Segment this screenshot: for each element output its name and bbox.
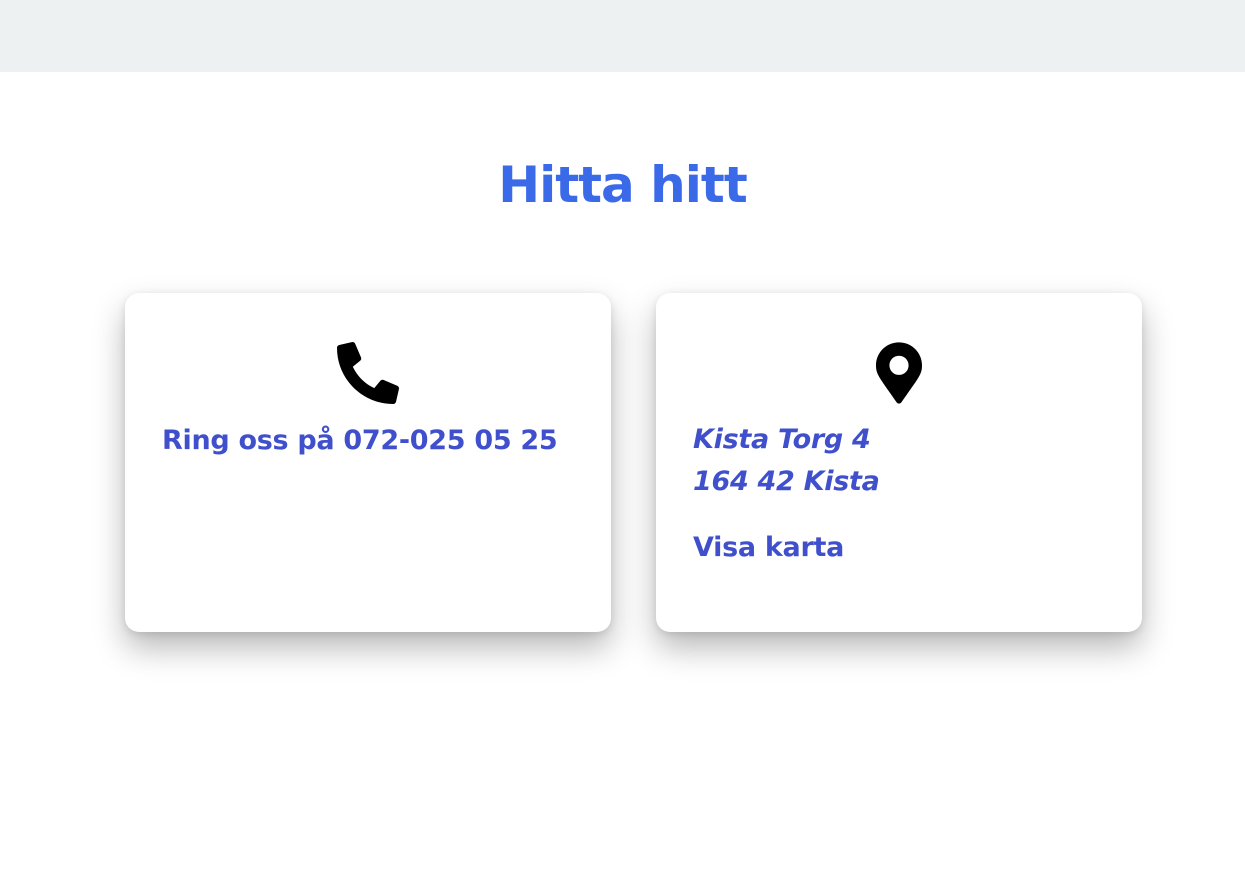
show-map-link[interactable]: Visa karta <box>693 527 844 569</box>
phone-icon-svg <box>337 342 399 404</box>
address-street: Kista Torg 4 <box>693 424 871 455</box>
address-card: Kista Torg 4 164 42 Kista Visa karta <box>656 293 1142 632</box>
section-title: Hitta hitt <box>498 156 747 214</box>
phone-card: Ring oss på 072-025 05 25 <box>125 293 611 632</box>
address-postal: 164 42 Kista <box>693 466 880 497</box>
map-marker-icon-svg <box>876 342 922 404</box>
phone-icon <box>125 342 611 404</box>
map-marker-icon <box>656 342 1142 404</box>
phone-text: Ring oss på 072-025 05 25 <box>162 425 558 456</box>
top-bar <box>0 0 1245 72</box>
